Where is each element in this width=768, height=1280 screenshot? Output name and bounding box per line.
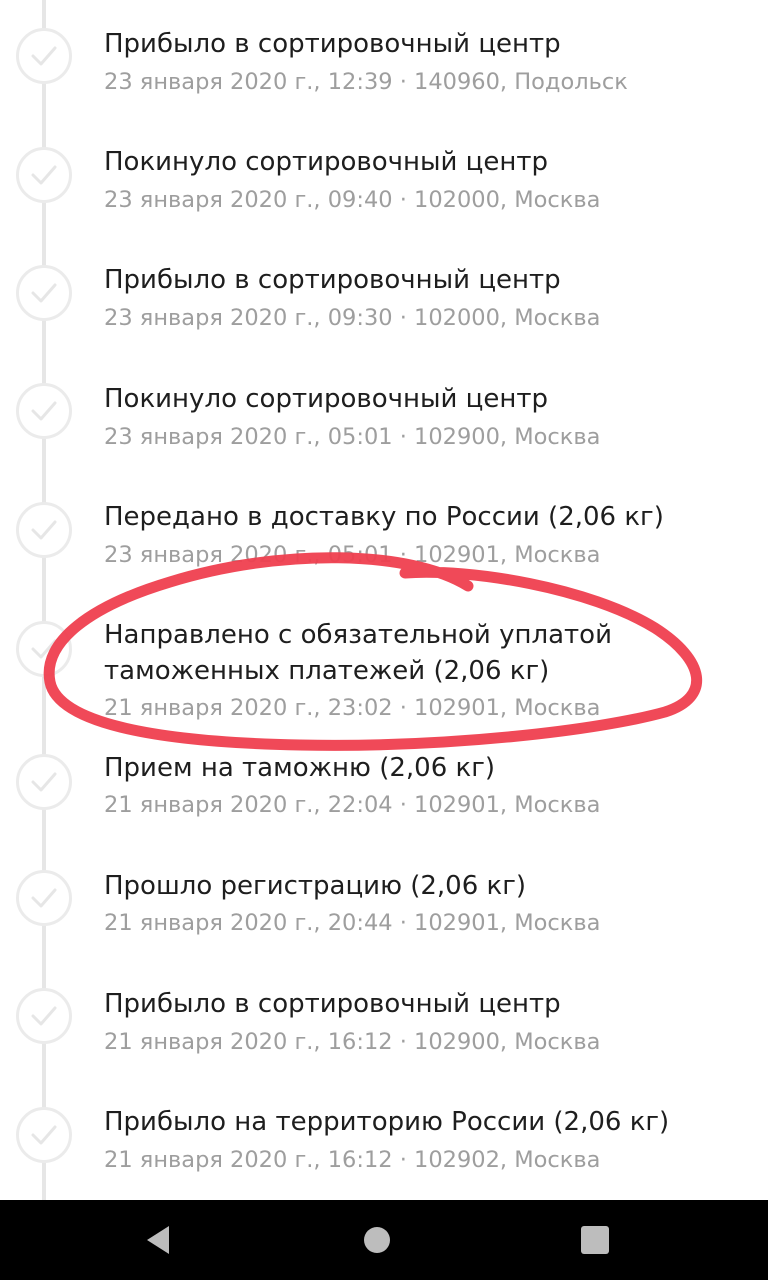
check-icon xyxy=(16,870,72,926)
check-icon xyxy=(16,621,72,677)
check-icon xyxy=(16,28,72,84)
check-icon xyxy=(16,383,72,439)
check-icon xyxy=(16,1107,72,1163)
event-details: 21 января 2020 г., 16:12 · 102902, Москв… xyxy=(104,1147,601,1173)
event-details: 23 января 2020 г., 09:40 · 102000, Москв… xyxy=(104,187,601,213)
event-title: Передано в доставку по России (2,06 кг) xyxy=(104,502,664,532)
check-icon xyxy=(16,502,72,558)
event-title-line-1: Направлено с обязательной уплатой xyxy=(104,620,612,650)
check-icon xyxy=(16,147,72,203)
triangle-back-icon[interactable] xyxy=(137,1220,177,1260)
event-details: 23 января 2020 г., 05:01 · 102901, Москв… xyxy=(104,542,601,568)
check-icon xyxy=(16,988,72,1044)
event-title: Покинуло сортировочный центр xyxy=(104,384,549,414)
event-title: Прибыло в сортировочный центр xyxy=(104,29,561,59)
check-icon xyxy=(16,265,72,321)
event-title-line-2: таможенных платежей (2,06 кг) xyxy=(104,656,550,686)
event-details: 23 января 2020 г., 09:30 · 102000, Москв… xyxy=(104,305,601,331)
event-details: 21 января 2020 г., 20:44 · 102901, Москв… xyxy=(104,910,601,936)
event-title: Прошло регистрацию (2,06 кг) xyxy=(104,871,527,901)
square-recents-icon[interactable] xyxy=(575,1220,615,1260)
circle-home-icon[interactable] xyxy=(357,1220,397,1260)
event-title: Прием на таможню (2,06 кг) xyxy=(104,753,496,783)
event-title: Прибыло в сортировочный центр xyxy=(104,989,561,1019)
check-icon xyxy=(16,754,72,810)
event-title: Прибыло в сортировочный центр xyxy=(104,265,561,295)
event-title: Покинуло сортировочный центр xyxy=(104,147,549,177)
event-details: 21 января 2020 г., 22:04 · 102901, Москв… xyxy=(104,792,601,818)
event-details: 21 января 2020 г., 16:12 · 102900, Москв… xyxy=(104,1029,601,1055)
event-details: 21 января 2020 г., 23:02 · 102901, Москв… xyxy=(104,695,601,721)
system-navigation-bar xyxy=(0,1200,768,1280)
event-title: Прибыло на территорию России (2,06 кг) xyxy=(104,1107,670,1137)
event-details: 23 января 2020 г., 12:39 · 140960, Подол… xyxy=(104,69,628,95)
event-details: 23 января 2020 г., 05:01 · 102900, Москв… xyxy=(104,424,601,450)
